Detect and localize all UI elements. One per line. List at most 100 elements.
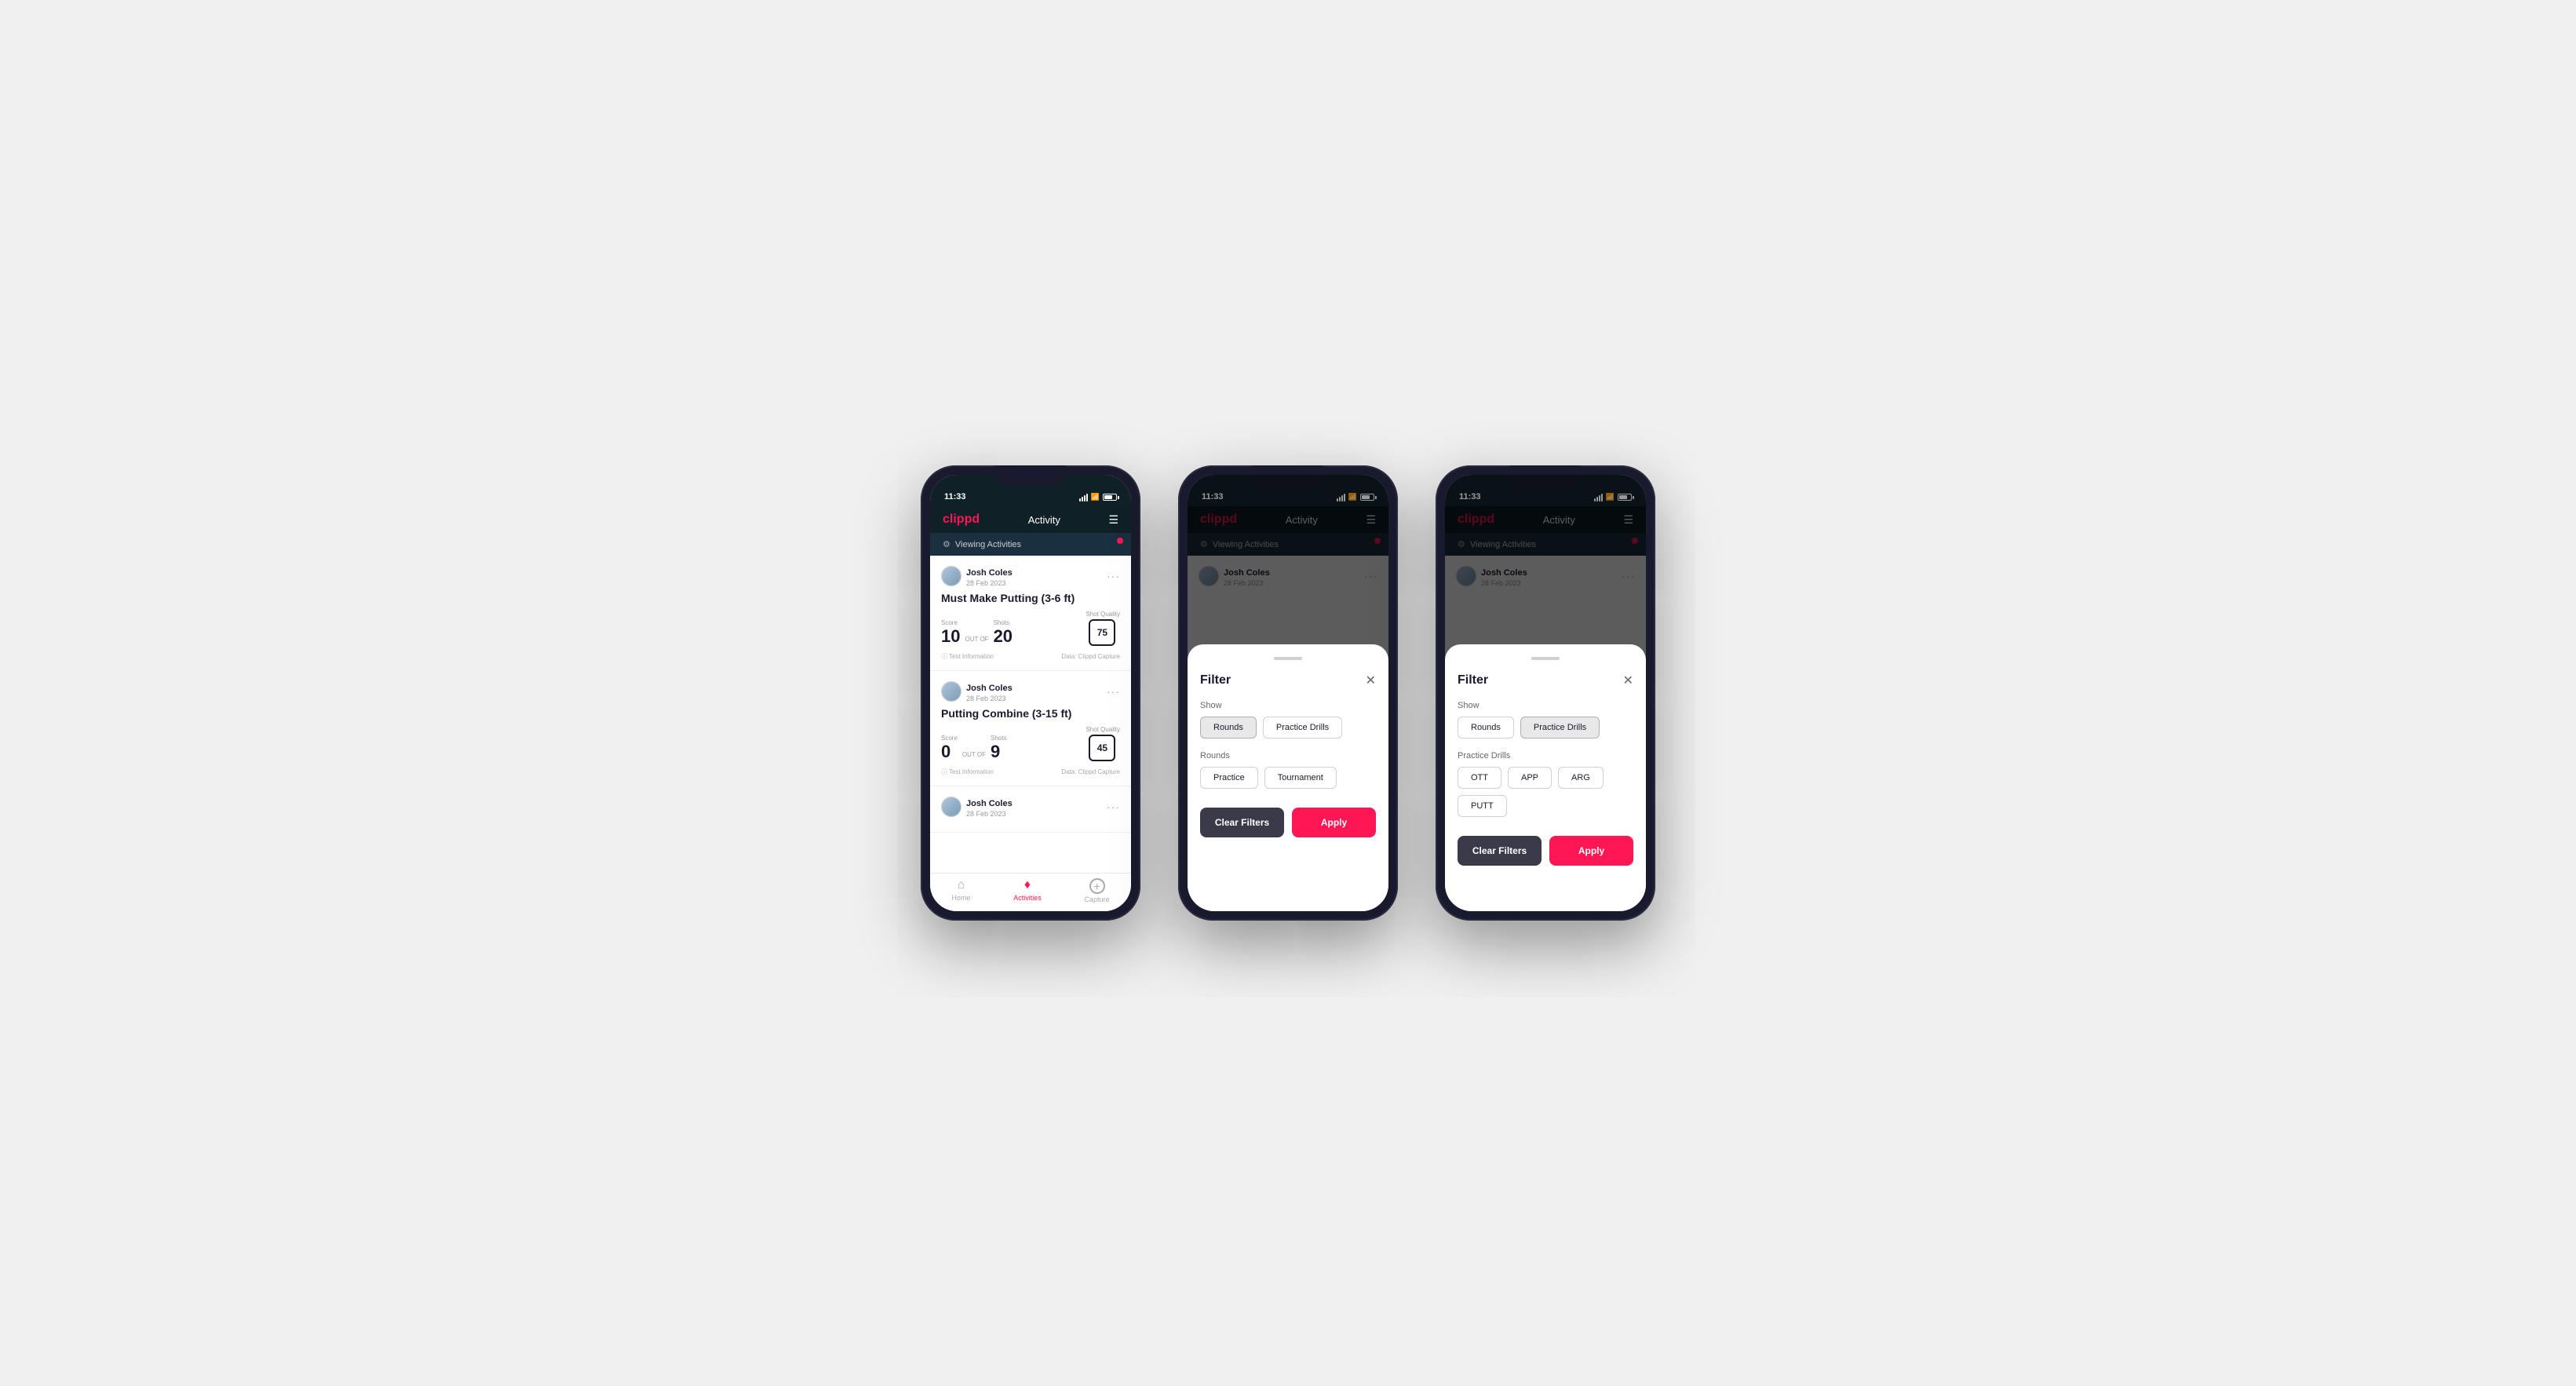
viewing-bar-dot-1 bbox=[1117, 538, 1123, 544]
activity-item-2[interactable]: Josh Coles 28 Feb 2023 ··· Putting Combi… bbox=[930, 671, 1131, 786]
filter-rounds-buttons-2: Practice Tournament bbox=[1200, 767, 1376, 789]
user-info-1: Josh Coles 28 Feb 2023 bbox=[941, 565, 1013, 587]
home-icon-1: ⌂ bbox=[958, 878, 965, 892]
status-time-1: 11:33 bbox=[944, 492, 966, 502]
activity-title-2: Putting Combine (3-15 ft) bbox=[941, 707, 1120, 720]
user-name-3: Josh Coles bbox=[966, 799, 1013, 808]
shots-label-1: Shots bbox=[994, 619, 1013, 626]
user-detail-1: Josh Coles 28 Feb 2023 bbox=[966, 565, 1013, 587]
filter-show-label-3: Show bbox=[1458, 701, 1633, 710]
user-detail-3: Josh Coles 28 Feb 2023 bbox=[966, 796, 1013, 818]
score-value-1: 10 bbox=[941, 626, 960, 646]
bottom-nav-1: ⌂ Home ♦ Activities + Capture bbox=[930, 873, 1131, 911]
filter-show-section-2: Show Rounds Practice Drills bbox=[1200, 701, 1376, 739]
menu-icon-1[interactable]: ☰ bbox=[1108, 513, 1118, 527]
footer-info-1: ⓘ Test Information bbox=[941, 652, 994, 661]
activity-item-3[interactable]: Josh Coles 28 Feb 2023 ··· bbox=[930, 786, 1131, 833]
phone-3-inner: 11:33 📶 clippd Activity bbox=[1445, 475, 1646, 911]
shot-quality-block-1: Shot Quality 75 bbox=[1085, 611, 1120, 646]
shot-quality-badge-1: 75 bbox=[1089, 619, 1115, 646]
viewing-bar-text-1: Viewing Activities bbox=[955, 540, 1021, 549]
activities-icon-1: ♦ bbox=[1024, 878, 1031, 892]
stats-row-2: Score 0 OUT OF Shots 9 Shot Quality 45 bbox=[941, 726, 1120, 761]
user-date-3: 28 Feb 2023 bbox=[966, 810, 1013, 818]
bar4 bbox=[1086, 494, 1088, 502]
notch-1 bbox=[995, 465, 1066, 486]
activity-title-1: Must Make Putting (3-6 ft) bbox=[941, 592, 1120, 604]
clear-filters-btn-3[interactable]: Clear Filters bbox=[1458, 836, 1542, 866]
bar2 bbox=[1082, 497, 1083, 502]
shot-quality-block-2: Shot Quality 45 bbox=[1085, 726, 1120, 761]
shot-quality-label-2: Shot Quality bbox=[1085, 726, 1120, 733]
score-label-2: Score bbox=[941, 735, 958, 742]
filter-practice-drills-btn-3[interactable]: Practice Drills bbox=[1520, 717, 1600, 739]
activity-header-2: Josh Coles 28 Feb 2023 ··· bbox=[941, 680, 1120, 702]
user-info-2: Josh Coles 28 Feb 2023 bbox=[941, 680, 1013, 702]
nav-capture-1[interactable]: + Capture bbox=[1085, 878, 1110, 903]
footer-data-1: Data: Clippd Capture bbox=[1061, 653, 1120, 660]
modal-handle-2 bbox=[1274, 657, 1302, 660]
filter-show-buttons-2: Rounds Practice Drills bbox=[1200, 717, 1376, 739]
bar3 bbox=[1084, 495, 1085, 502]
battery-fill-1 bbox=[1104, 495, 1112, 499]
modal-close-3[interactable]: ✕ bbox=[1623, 673, 1633, 688]
out-of-1: OUT OF bbox=[965, 636, 988, 643]
shots-block-1: Shots 20 bbox=[994, 619, 1013, 646]
header-title-1: Activity bbox=[1028, 514, 1060, 526]
nav-activities-1[interactable]: ♦ Activities bbox=[1013, 878, 1042, 903]
filter-rounds-label-2: Rounds bbox=[1200, 751, 1376, 760]
filter-practice-btn-2[interactable]: Practice bbox=[1200, 767, 1258, 789]
filter-tournament-btn-2[interactable]: Tournament bbox=[1264, 767, 1337, 789]
modal-title-row-3: Filter ✕ bbox=[1458, 673, 1633, 688]
filter-show-label-2: Show bbox=[1200, 701, 1376, 710]
modal-handle-3 bbox=[1531, 657, 1560, 660]
clear-filters-btn-2[interactable]: Clear Filters bbox=[1200, 808, 1284, 837]
avatar-img-1 bbox=[942, 567, 961, 585]
user-detail-2: Josh Coles 28 Feb 2023 bbox=[966, 680, 1013, 702]
activity-item-1[interactable]: Josh Coles 28 Feb 2023 ··· Must Make Put… bbox=[930, 556, 1131, 671]
more-dots-3[interactable]: ··· bbox=[1107, 801, 1120, 813]
user-info-3: Josh Coles 28 Feb 2023 bbox=[941, 796, 1013, 818]
viewing-bar-1[interactable]: ⚙ Viewing Activities bbox=[930, 533, 1131, 556]
filter-ott-btn-3[interactable]: OTT bbox=[1458, 767, 1501, 789]
more-dots-2[interactable]: ··· bbox=[1107, 685, 1120, 698]
filter-putt-btn-3[interactable]: PUTT bbox=[1458, 795, 1507, 817]
modal-footer-3: Clear Filters Apply bbox=[1458, 836, 1633, 866]
apply-btn-3[interactable]: Apply bbox=[1549, 836, 1633, 866]
user-name-1: Josh Coles bbox=[966, 568, 1013, 578]
modal-close-2[interactable]: ✕ bbox=[1366, 673, 1376, 688]
signal-bars-1 bbox=[1079, 494, 1088, 502]
activity-list-1: Josh Coles 28 Feb 2023 ··· Must Make Put… bbox=[930, 556, 1131, 873]
shots-value-1: 20 bbox=[994, 626, 1013, 646]
avatar-1 bbox=[941, 566, 961, 586]
logo-1: clippd bbox=[943, 512, 980, 527]
filter-drills-section-3: Practice Drills OTT APP ARG PUTT bbox=[1458, 751, 1633, 817]
filter-practice-drills-btn-2[interactable]: Practice Drills bbox=[1263, 717, 1342, 739]
phones-container: 11:33 📶 clippd Activity bbox=[921, 465, 1655, 921]
bar1 bbox=[1079, 498, 1081, 502]
score-block-2: Score 0 bbox=[941, 735, 958, 761]
capture-icon-1: + bbox=[1089, 878, 1105, 894]
nav-home-1[interactable]: ⌂ Home bbox=[951, 878, 970, 903]
shot-quality-badge-2: 45 bbox=[1089, 735, 1115, 761]
avatar-3 bbox=[941, 797, 961, 817]
apply-btn-2[interactable]: Apply bbox=[1292, 808, 1376, 837]
score-value-2: 0 bbox=[941, 742, 950, 761]
filter-rounds-btn-2[interactable]: Rounds bbox=[1200, 717, 1257, 739]
shots-block-2: Shots 9 bbox=[991, 735, 1006, 761]
modal-sheet-2: Filter ✕ Show Rounds Practice Drills Rou… bbox=[1188, 644, 1388, 911]
more-dots-1[interactable]: ··· bbox=[1107, 570, 1120, 582]
app-header-1: clippd Activity ☰ bbox=[930, 506, 1131, 533]
filter-drills-label-3: Practice Drills bbox=[1458, 751, 1633, 760]
activity-header-3: Josh Coles 28 Feb 2023 ··· bbox=[941, 796, 1120, 818]
filter-app-btn-3[interactable]: APP bbox=[1508, 767, 1552, 789]
filter-arg-btn-3[interactable]: ARG bbox=[1558, 767, 1604, 789]
modal-overlay-2: Filter ✕ Show Rounds Practice Drills Rou… bbox=[1188, 475, 1388, 911]
filter-rounds-btn-3[interactable]: Rounds bbox=[1458, 717, 1514, 739]
filter-show-buttons-3: Rounds Practice Drills bbox=[1458, 717, 1633, 739]
modal-title-row-2: Filter ✕ bbox=[1200, 673, 1376, 688]
avatar-img-3 bbox=[942, 797, 961, 816]
activity-footer-2: ⓘ Test Information Data: Clippd Capture bbox=[941, 768, 1120, 776]
nav-capture-label-1: Capture bbox=[1085, 895, 1110, 903]
info-icon-1: ⓘ bbox=[941, 652, 947, 661]
